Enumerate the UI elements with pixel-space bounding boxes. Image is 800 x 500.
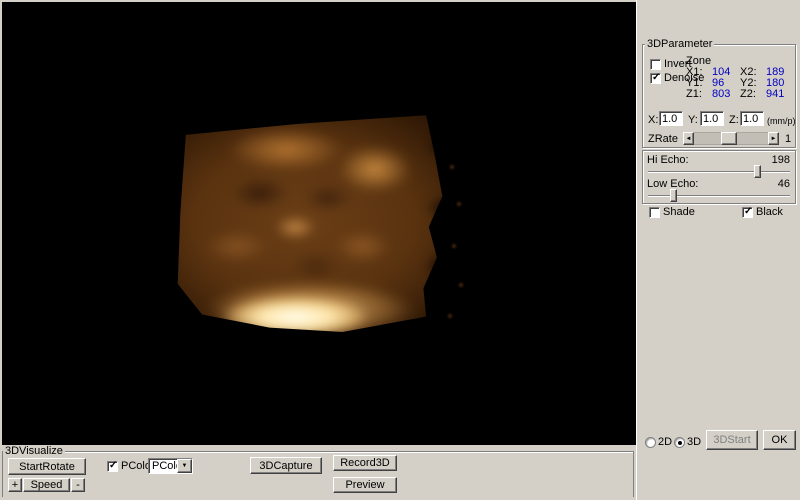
zrate-value: 1	[785, 133, 792, 145]
noise-speckle	[450, 165, 454, 169]
scale-x-label: X:	[648, 114, 659, 126]
ultrasound-3d-render	[177, 115, 443, 332]
scale-z-input[interactable]	[740, 111, 764, 126]
low-echo-value: 46	[777, 178, 790, 190]
low-echo-slider[interactable]	[648, 189, 790, 202]
zrate-label: ZRate	[648, 133, 678, 145]
pcolor-checkbox[interactable]	[107, 460, 118, 472]
zone-z2-label: Z2:	[740, 88, 756, 100]
hi-echo-value: 198	[771, 154, 790, 166]
zone-row-z: Z1: 803 Z2: 941	[686, 89, 796, 100]
hi-echo-slider-thumb[interactable]	[754, 165, 762, 178]
scale-x-input[interactable]	[659, 111, 683, 126]
visualize-group-title: 3DVisualize	[3, 445, 65, 457]
dropdown-arrow-icon[interactable]: ▼	[177, 459, 192, 473]
mode-3d-label: 3D	[687, 436, 702, 448]
shade-label: Shade	[663, 206, 695, 218]
speed-button[interactable]: Speed	[23, 478, 70, 492]
zone-z1-label: Z1:	[686, 88, 702, 100]
zrate-left-arrow-icon[interactable]: ◄	[683, 132, 694, 145]
mode-2d-radio[interactable]	[645, 437, 656, 448]
parameter-panel: 3DParameter Invert Denoise Zone X1: 104 …	[636, 0, 800, 500]
record3d-button[interactable]: Record3D	[333, 455, 397, 471]
noise-speckle	[459, 283, 463, 287]
invert-checkbox[interactable]	[650, 59, 661, 70]
zone-z1-value: 803	[712, 88, 731, 100]
3dstart-button[interactable]: 3DStart	[706, 430, 758, 450]
parameter-groupbox: 3DParameter Invert Denoise Zone X1: 104 …	[642, 39, 796, 148]
render-edge-artifacts	[389, 115, 443, 332]
low-echo-slider-thumb[interactable]	[669, 189, 677, 202]
ok-button[interactable]: OK	[763, 430, 796, 450]
scale-y-input[interactable]	[700, 111, 724, 126]
speed-plus-button[interactable]: +	[8, 478, 22, 492]
hi-echo-slider[interactable]	[648, 165, 790, 178]
zrate-scrollbar[interactable]: ◄ ►	[683, 132, 779, 145]
echo-groupbox: Hi Echo: 198 Low Echo: 46	[642, 150, 796, 204]
noise-speckle	[457, 202, 461, 206]
shade-checkbox[interactable]	[649, 207, 660, 218]
denoise-checkbox[interactable]	[650, 72, 661, 84]
hi-echo-label: Hi Echo:	[647, 154, 689, 166]
mode-3d-radio[interactable]	[674, 437, 685, 448]
visualize-panel: 3DVisualize StartRotate + Speed - PColor…	[0, 445, 636, 500]
render-viewport[interactable]	[2, 2, 636, 445]
scale-z-label: Z:	[729, 114, 739, 126]
zrate-right-arrow-icon[interactable]: ►	[768, 132, 779, 145]
parameter-group-title: 3DParameter	[645, 38, 715, 50]
black-checkbox[interactable]	[742, 206, 753, 218]
noise-speckle	[452, 244, 456, 248]
black-label: Black	[756, 206, 783, 218]
scale-y-label: Y:	[688, 114, 698, 126]
pcolor-select[interactable]: PColor ▼	[148, 458, 193, 474]
3dcapture-button[interactable]: 3DCapture	[250, 457, 322, 474]
preview-button[interactable]: Preview	[333, 477, 397, 493]
noise-speckle	[448, 314, 452, 318]
scale-unit-label: (mm/p)	[767, 116, 796, 126]
start-rotate-button[interactable]: StartRotate	[8, 458, 86, 475]
speed-minus-button[interactable]: -	[71, 478, 85, 492]
zone-z2-value: 941	[766, 88, 785, 100]
zrate-scrollbar-thumb[interactable]	[721, 132, 737, 145]
mode-2d-label: 2D	[658, 436, 673, 448]
